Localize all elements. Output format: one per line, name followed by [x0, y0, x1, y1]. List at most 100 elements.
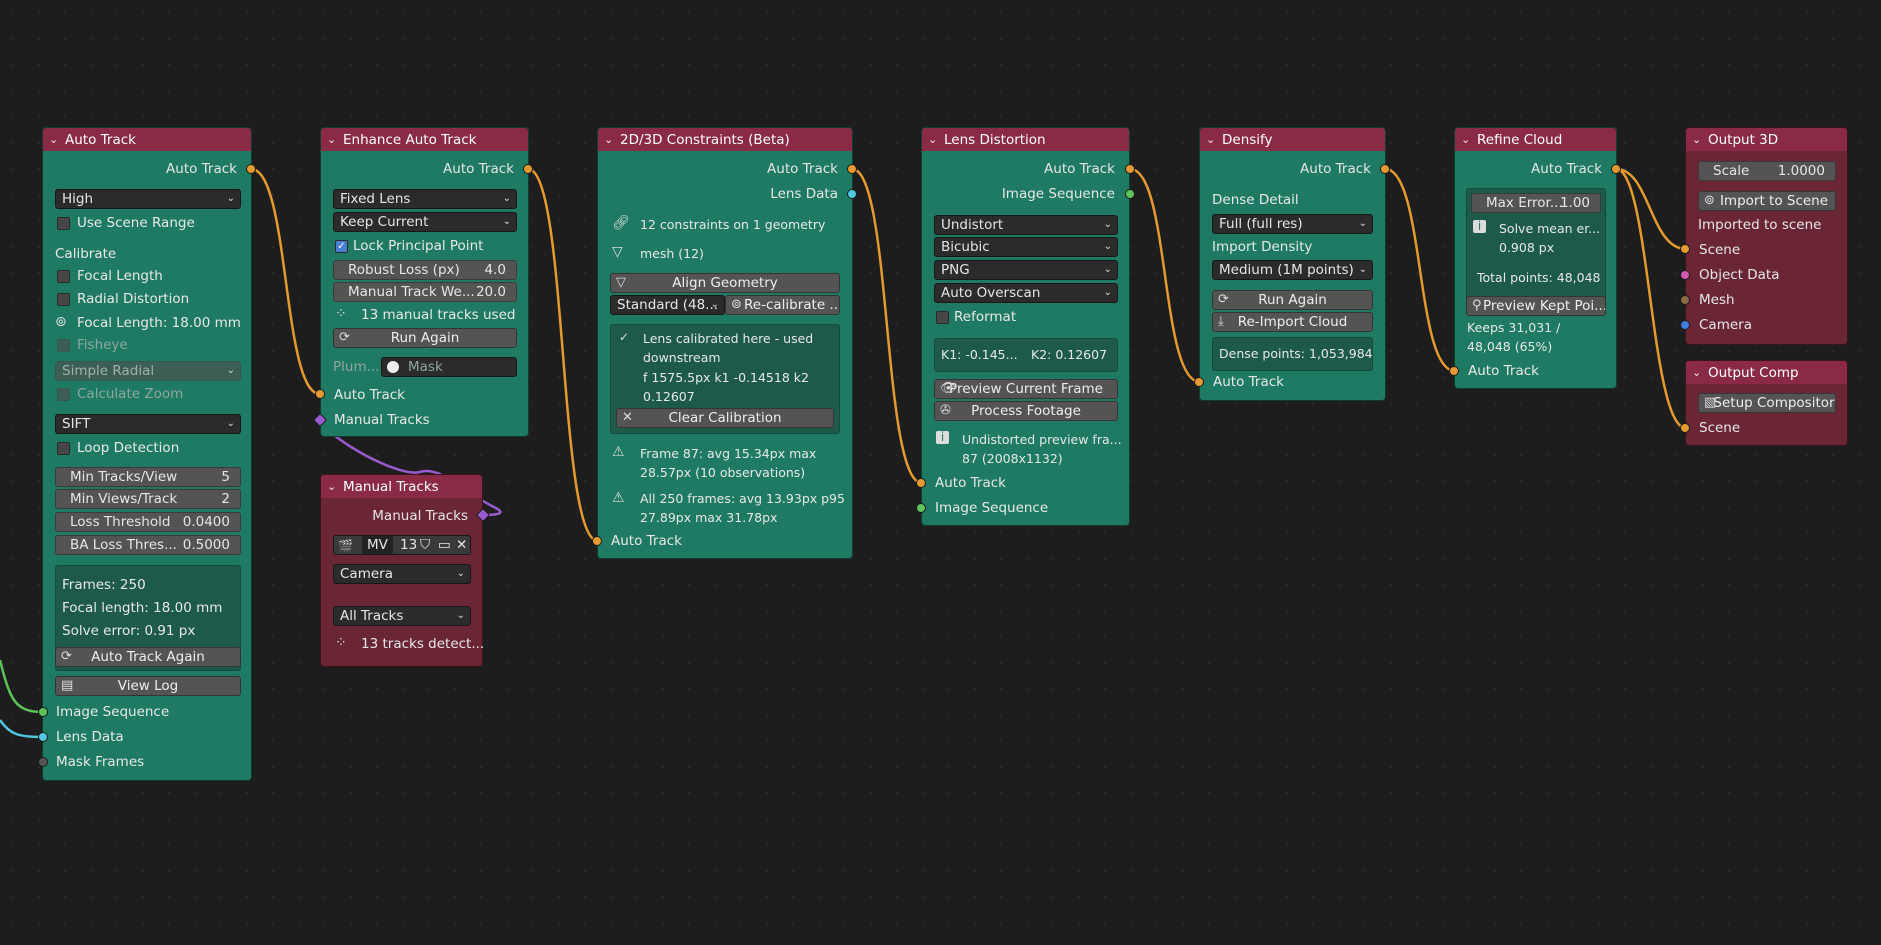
max-error-field[interactable]: Max Error... 1.00 — [1471, 193, 1601, 213]
field-label: Loss Threshold — [70, 514, 171, 530]
import-density-dropdown[interactable]: Medium (1M points) ⌄ — [1212, 260, 1373, 280]
output-socket-lens-data[interactable] — [847, 189, 857, 199]
output-socket-auto-track[interactable] — [1125, 164, 1135, 174]
chevron-down-icon[interactable]: ⌄ — [1692, 367, 1702, 378]
output-socket-auto-track[interactable] — [1380, 164, 1390, 174]
fisheye-checkbox[interactable] — [57, 339, 70, 352]
robust-loss-field[interactable]: Robust Loss (px) 4.0 — [333, 260, 517, 280]
output-socket-image-sequence[interactable] — [1125, 189, 1135, 199]
input-socket-auto-track[interactable] — [1194, 377, 1204, 387]
input-socket-mask-frames[interactable] — [38, 757, 48, 767]
chevron-down-icon[interactable]: ⌄ — [49, 134, 59, 145]
lock-principal-point-checkbox[interactable]: ✓ — [335, 240, 348, 253]
input-socket-lens-data[interactable] — [38, 732, 48, 742]
node-header[interactable]: ⌄ Densify — [1200, 128, 1385, 151]
manual-track-weight-field[interactable]: Manual Track We... 20.0 — [333, 282, 517, 302]
detector-dropdown[interactable]: SIFT ⌄ — [55, 414, 241, 434]
chevron-down-icon[interactable]: ⌄ — [1206, 134, 1216, 145]
node-manual-tracks[interactable]: ⌄ Manual Tracks Manual Tracks 🎬 MV 13 ⛉ ▭… — [320, 474, 484, 667]
mask-field[interactable]: Mask — [381, 357, 517, 377]
input-socket-object-data[interactable] — [1680, 270, 1690, 280]
node-enhance-auto-track[interactable]: ⌄ Enhance Auto Track Auto Track Fixed Len… — [320, 127, 529, 437]
close-icon[interactable]: ✕ — [456, 536, 467, 554]
scale-field[interactable]: Scale 1.0000 — [1698, 161, 1836, 181]
node-header[interactable]: ⌄ 2D/3D Constraints (Beta) — [598, 128, 852, 151]
preview-current-frame-button[interactable]: 👁︎ Preview Current Frame — [934, 379, 1118, 399]
setup-compositor-button[interactable]: ▧ Setup Compositor — [1698, 393, 1836, 413]
dense-detail-dropdown[interactable]: Full (full res) ⌄ — [1212, 214, 1373, 234]
output-socket-auto-track[interactable] — [523, 164, 533, 174]
align-geometry-button[interactable]: ▽ Align Geometry — [610, 273, 840, 293]
chevron-down-icon[interactable]: ⌄ — [327, 481, 337, 492]
recalibrate-button[interactable]: ⊚ Re-calibrate ... — [725, 295, 840, 315]
format-dropdown[interactable]: PNG ⌄ — [934, 260, 1118, 280]
process-footage-button[interactable]: ✇ Process Footage — [934, 401, 1118, 421]
input-socket-auto-track[interactable] — [916, 478, 926, 488]
node-refine-cloud[interactable]: ⌄ Refine Cloud Auto Track Max Error... 1.0… — [1454, 127, 1617, 389]
use-scene-range-checkbox[interactable] — [57, 217, 70, 230]
radial-distortion-checkbox[interactable] — [57, 293, 70, 306]
run-again-button[interactable]: ⟳ Run Again — [1212, 290, 1373, 310]
input-socket-auto-track[interactable] — [592, 536, 602, 546]
input-socket-image-sequence[interactable] — [916, 503, 926, 513]
loop-detection-checkbox[interactable] — [57, 442, 70, 455]
loss-threshold-field[interactable]: Loss Threshold 0.0400 — [55, 512, 241, 532]
node-lens-distortion[interactable]: ⌄ Lens Distortion Auto Track Image Sequen… — [921, 127, 1130, 526]
import-to-scene-button[interactable]: ⊚ Import to Scene — [1698, 191, 1836, 211]
input-socket-scene[interactable] — [1680, 423, 1690, 433]
node-header[interactable]: ⌄ Output Comp — [1686, 361, 1847, 384]
input-socket-scene[interactable] — [1680, 244, 1690, 254]
output-socket-auto-track[interactable] — [847, 164, 857, 174]
input-socket-auto-track[interactable] — [1449, 366, 1459, 376]
node-header[interactable]: ⌄ Auto Track — [43, 128, 251, 151]
node-header[interactable]: ⌄ Output 3D — [1686, 128, 1847, 151]
chevron-down-icon[interactable]: ⌄ — [1461, 134, 1471, 145]
node-header[interactable]: ⌄ Enhance Auto Track — [321, 128, 528, 151]
calculate-zoom-checkbox[interactable] — [57, 388, 70, 401]
node-densify[interactable]: ⌄ Densify Auto Track Dense Detail Full (f… — [1199, 127, 1386, 401]
node-constraints[interactable]: ⌄ 2D/3D Constraints (Beta) Auto Track Len… — [597, 127, 853, 559]
movieclip-selector[interactable]: 🎬 MV 13 ⛉ ▭ ✕ — [333, 535, 471, 555]
node-output-comp[interactable]: ⌄ Output Comp ▧ Setup Compositor Scene — [1685, 360, 1848, 446]
view-log-button[interactable]: ▤ View Log — [55, 676, 241, 696]
clear-calibration-button[interactable]: ✕ Clear Calibration — [616, 408, 834, 428]
chevron-down-icon: ⌄ — [1103, 241, 1112, 252]
lens-mode-dropdown[interactable]: Fixed Lens ⌄ — [333, 189, 517, 209]
camera-dropdown[interactable]: Camera ⌄ — [333, 564, 471, 584]
undistort-dropdown[interactable]: Undistort ⌄ — [934, 215, 1118, 235]
chevron-down-icon[interactable]: ⌄ — [604, 134, 614, 145]
run-again-button[interactable]: ⟳ Run Again — [333, 328, 517, 348]
input-socket-image-sequence[interactable] — [38, 707, 48, 717]
refresh-icon: ⟳ — [61, 649, 72, 664]
node-header[interactable]: ⌄ Lens Distortion — [922, 128, 1129, 151]
preview-kept-points-button[interactable]: ⚲ Preview Kept Poi... — [1466, 296, 1606, 316]
ba-loss-field[interactable]: BA Loss Thres... 0.5000 — [55, 535, 241, 555]
auto-track-again-button[interactable]: ⟳ Auto Track Again — [55, 647, 241, 667]
output-socket-auto-track[interactable] — [246, 164, 256, 174]
reimport-cloud-button[interactable]: ⤓ Re-Import Cloud — [1212, 312, 1373, 332]
chevron-down-icon[interactable]: ⌄ — [928, 134, 938, 145]
input-socket-auto-track[interactable] — [315, 389, 325, 399]
keep-current-dropdown[interactable]: Keep Current ⌄ — [333, 212, 517, 232]
all-tracks-dropdown[interactable]: All Tracks ⌄ — [333, 606, 471, 626]
simple-radial-dropdown[interactable]: Simple Radial ⌄ — [55, 361, 241, 381]
min-views-track-field[interactable]: Min Views/Track 2 — [55, 489, 241, 509]
output-socket-auto-track[interactable] — [1611, 164, 1621, 174]
overscan-dropdown[interactable]: Auto Overscan ⌄ — [934, 283, 1118, 303]
input-socket-mesh[interactable] — [1680, 295, 1690, 305]
node-output-3d[interactable]: ⌄ Output 3D Scale 1.0000 ⊚ Import to Scene … — [1685, 127, 1848, 345]
node-auto-track[interactable]: ⌄ Auto Track Auto Track High ⌄ Use Scene R… — [42, 127, 252, 781]
quality-dropdown[interactable]: High ⌄ — [55, 189, 241, 209]
min-tracks-view-field[interactable]: Min Tracks/View 5 — [55, 467, 241, 487]
standard-dropdown[interactable]: Standard (48... ⌄ — [610, 295, 725, 315]
reformat-checkbox[interactable] — [936, 311, 949, 324]
shield-icon[interactable]: ⛉ — [420, 536, 430, 554]
chevron-down-icon[interactable]: ⌄ — [327, 134, 337, 145]
chevron-down-icon[interactable]: ⌄ — [1692, 134, 1702, 145]
node-header[interactable]: ⌄ Refine Cloud — [1455, 128, 1616, 151]
input-socket-camera[interactable] — [1680, 320, 1690, 330]
interpolation-dropdown[interactable]: Bicubic ⌄ — [934, 237, 1118, 257]
node-header[interactable]: ⌄ Manual Tracks — [321, 475, 482, 498]
folder-icon[interactable]: ▭ — [438, 536, 451, 554]
focal-length-checkbox[interactable] — [57, 270, 70, 283]
